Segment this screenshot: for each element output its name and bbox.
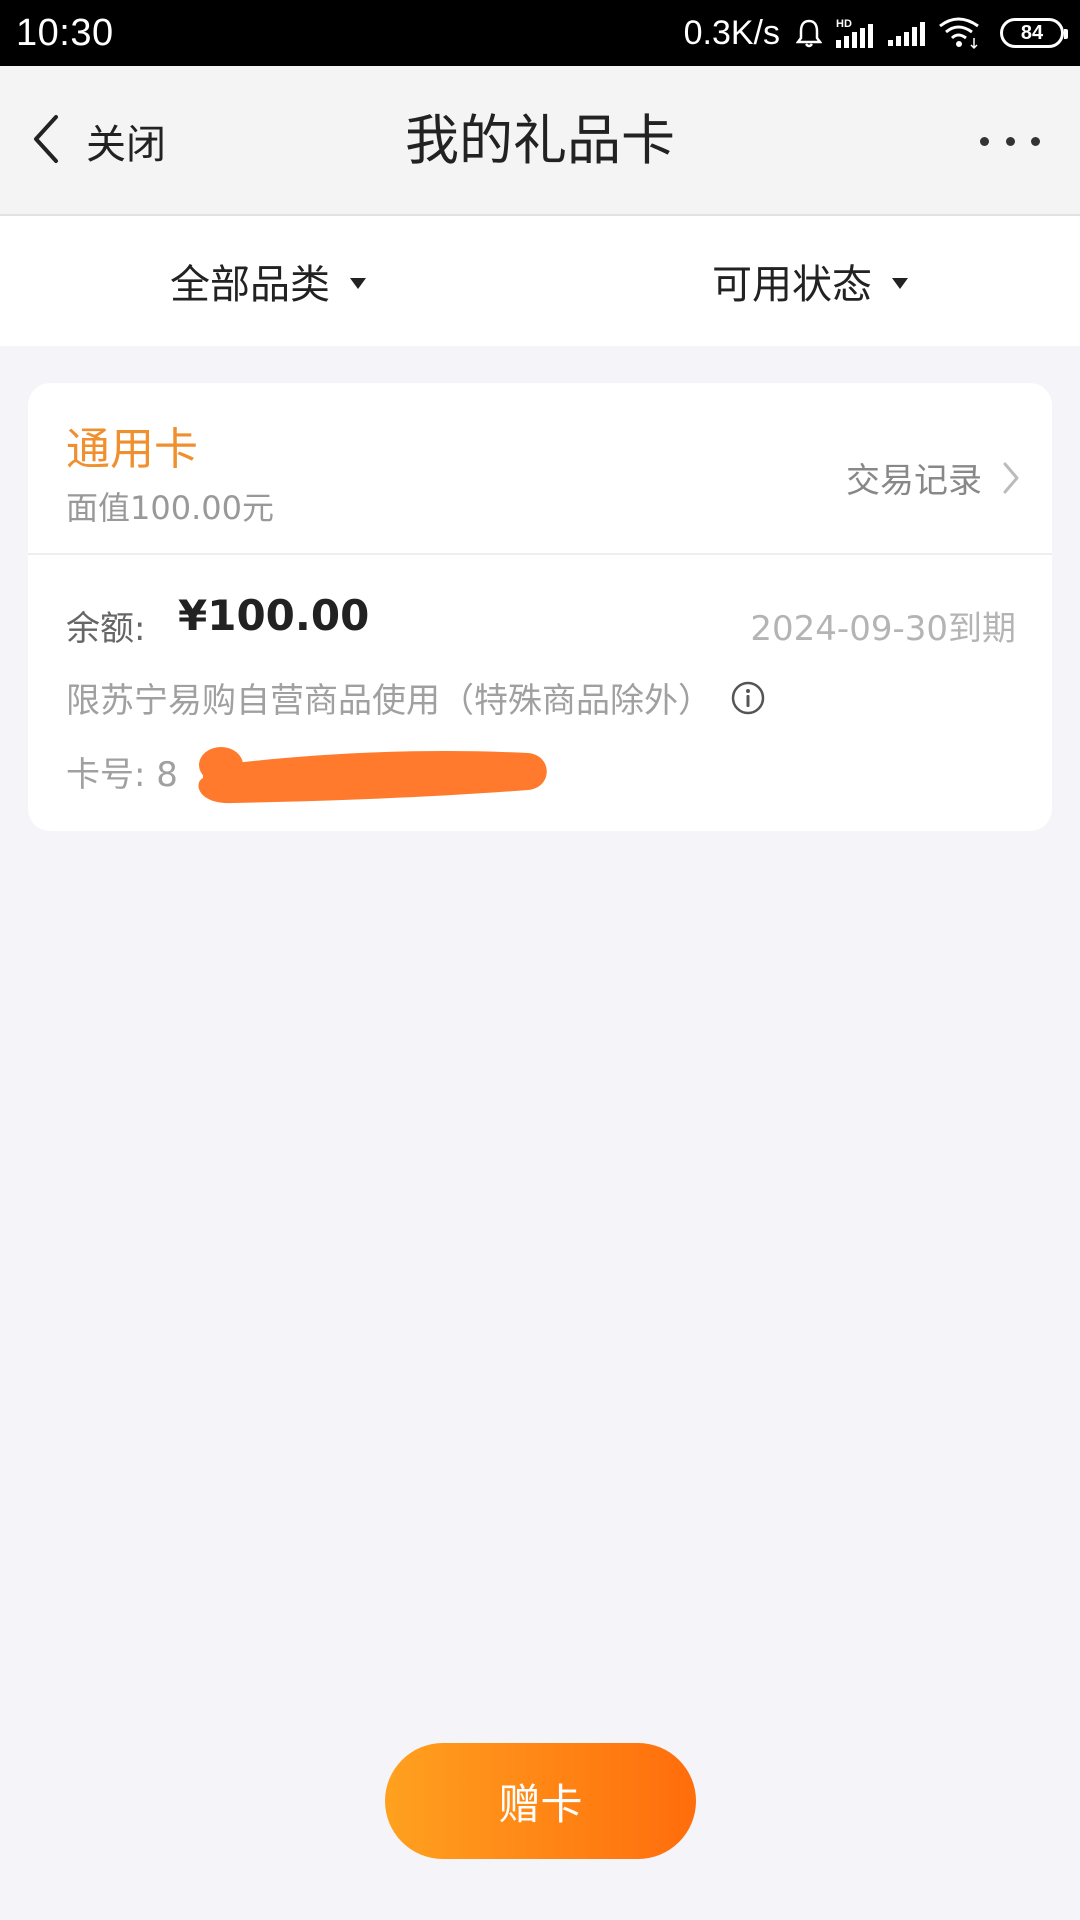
usage-note: 限苏宁易购自营商品使用（特殊商品除外） [66, 673, 766, 722]
category-filter-dropdown[interactable]: 全部品类 [170, 251, 366, 311]
usage-note-text: 限苏宁易购自营商品使用（特殊商品除外） [66, 681, 712, 721]
transaction-record-label: 交易记录 [846, 461, 982, 501]
balance-label: 余额: [66, 609, 146, 649]
redaction-scribble [173, 723, 563, 827]
gift-card-button[interactable]: 赠卡 [385, 1743, 696, 1859]
signal-icon [886, 18, 926, 48]
more-dot [980, 136, 989, 146]
expiry-date: 2024-09-30到期 [750, 609, 1016, 649]
chevron-right-icon [1002, 461, 1020, 495]
filter-bar: 全部品类 可用状态 [0, 216, 1080, 346]
battery-level: 84 [1020, 21, 1044, 44]
card-face-value: 面值100.00元 [66, 489, 274, 527]
battery-icon: 84 [1000, 18, 1068, 48]
hd-signal-icon: HD [834, 16, 874, 50]
more-dot [1031, 136, 1040, 146]
transaction-record-link[interactable]: 交易记录 [846, 453, 1020, 502]
page-title: 我的礼品卡 [405, 109, 675, 172]
network-speed: 0.3K/s [683, 13, 780, 52]
caret-down-icon [892, 277, 908, 289]
card-type: 通用卡 [66, 424, 198, 475]
info-icon[interactable] [730, 680, 766, 716]
balance-value: ¥100.00 [178, 591, 370, 640]
gift-card[interactable]: 通用卡 面值100.00元 交易记录 余额: ¥100.00 2024-09-3… [28, 383, 1052, 831]
more-options-icon[interactable] [980, 121, 1040, 161]
svg-text:HD: HD [836, 18, 852, 30]
wifi-icon [938, 16, 982, 50]
status-filter-dropdown[interactable]: 可用状态 [712, 251, 908, 311]
status-bar: 10:30 0.3K/s HD 84 [0, 0, 1080, 66]
status-time: 10:30 [16, 11, 114, 54]
status-icons: 0.3K/s HD 84 [683, 13, 1068, 53]
more-dot [1005, 136, 1015, 146]
caret-down-icon [350, 277, 366, 289]
card-number: 卡号: 8 [66, 755, 178, 795]
card-header: 通用卡 面值100.00元 交易记录 [28, 383, 1052, 555]
bell-icon [796, 18, 822, 48]
status-filter-label: 可用状态 [712, 262, 872, 308]
category-filter-label: 全部品类 [170, 262, 330, 308]
nav-bar: 关闭 我的礼品卡 [0, 66, 1080, 216]
